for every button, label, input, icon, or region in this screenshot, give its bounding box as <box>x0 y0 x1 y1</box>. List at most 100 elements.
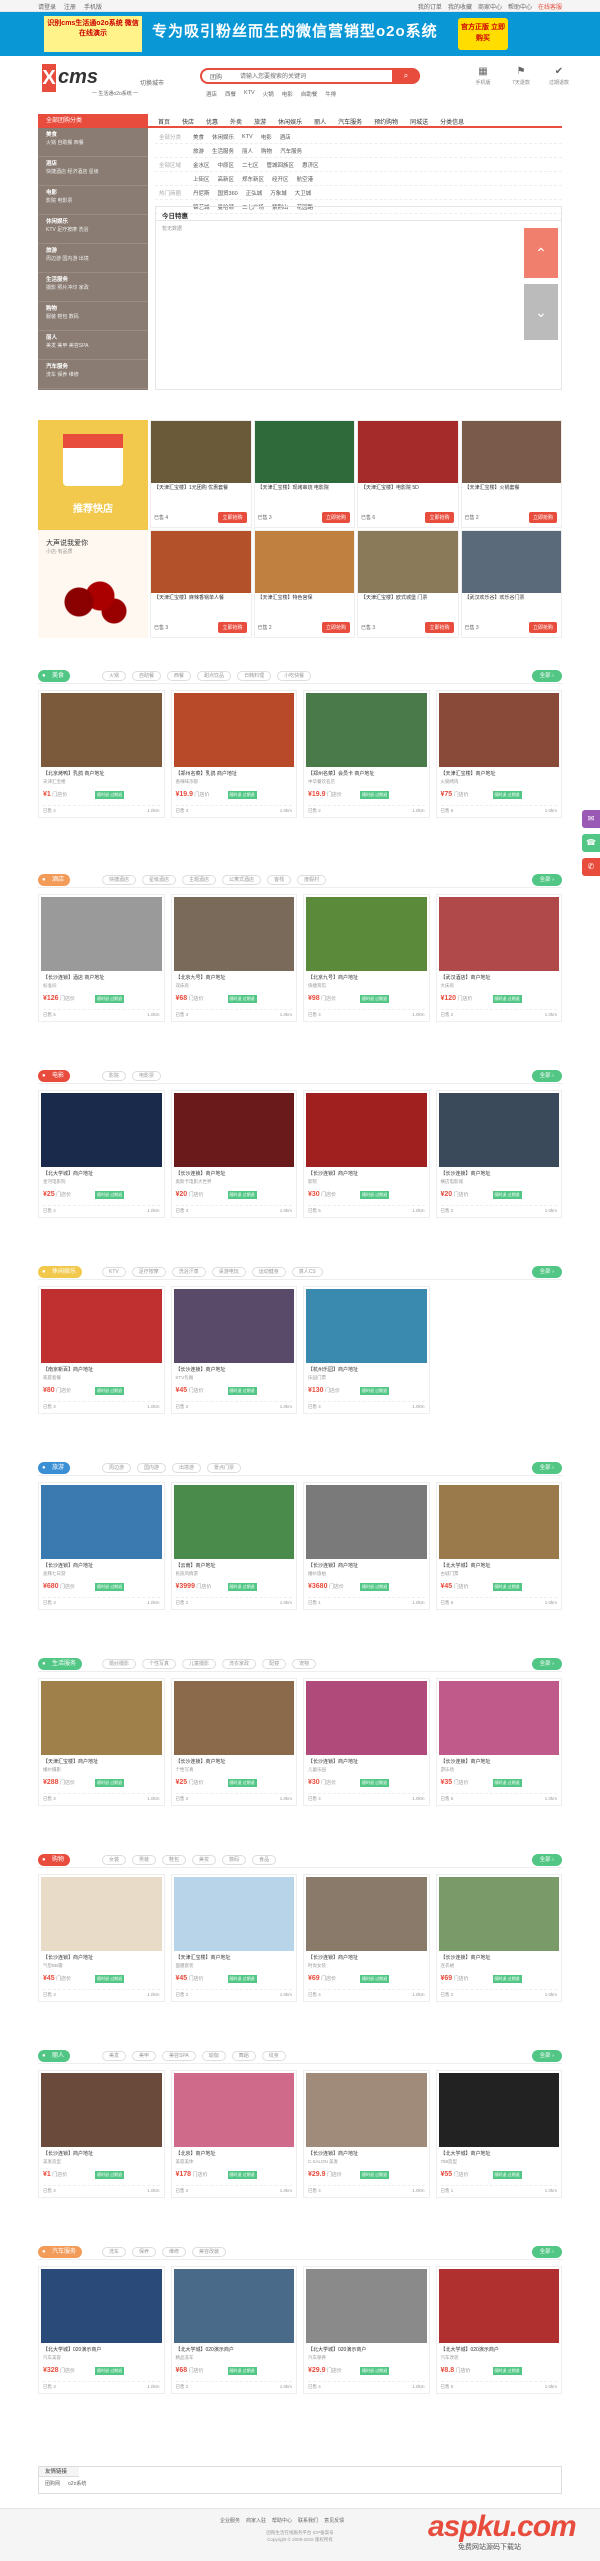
sidebar-category[interactable]: 购物 服装 鞋包 数码 <box>38 302 148 331</box>
deal-card[interactable]: 【北大学城】020演示商户 汽车保养 ¥29.9 门店价 随时退 过期退 已售 4 1.0… <box>303 2266 430 2394</box>
deal-card[interactable]: 【云南】商户地址 民族风情游 ¥3999 门店价 随时退 过期退 已售 2 1.0km <box>170 1482 297 1610</box>
search-category-select[interactable]: 团购 <box>210 72 222 81</box>
deal-title[interactable]: 【长沙连锁】商户地址 <box>304 1169 429 1178</box>
hot-keyword-link[interactable]: 牛排 <box>325 90 336 98</box>
top-link[interactable]: 手机版 <box>84 2 102 11</box>
filter-option[interactable]: 休闲娱乐 <box>212 133 234 141</box>
recommended-banner[interactable]: 推荐快店 大声说我爱你 小店·有品质 <box>38 420 148 638</box>
section-title[interactable]: 电影 <box>38 1070 71 1082</box>
view-all-button[interactable]: 全部 › <box>531 1854 562 1866</box>
filter-option[interactable]: KTV <box>242 134 253 140</box>
deal-image[interactable] <box>438 897 559 971</box>
deal-title[interactable]: 【杭州乐园】商户地址 <box>304 1365 429 1374</box>
recommended-card-image[interactable] <box>461 421 561 483</box>
deal-card[interactable]: 【长沙连锁】商户地址 游乐场 ¥35 门店价 随时退 过期退 已售 5 1.0km <box>435 1678 562 1806</box>
deal-card[interactable]: 【北大学城】020演示商户 汽车美容 ¥328 门店价 随时退 过期退 已售 3 1.0k… <box>38 2266 165 2394</box>
deal-image[interactable] <box>41 1681 162 1755</box>
filter-option[interactable]: 万象城 <box>270 189 287 197</box>
deal-title[interactable]: 【北京】商户地址 <box>172 2149 297 2158</box>
section-title[interactable]: 生活服务 <box>38 1658 83 1670</box>
section-title[interactable]: 旅游 <box>38 1462 71 1474</box>
filter-option[interactable]: 购物 <box>261 147 272 155</box>
deal-card[interactable]: 【长沙连锁】商户地址 气垫BB霜 ¥45 门店价 随时退 过期退 已售 3 1.0km <box>38 1874 165 2002</box>
recommended-card-image[interactable] <box>151 531 251 593</box>
header-service-item[interactable]: ▦ 手机版 <box>470 66 496 86</box>
city-switch[interactable]: 切换城市 <box>140 78 164 87</box>
filter-option[interactable]: 大卫城 <box>295 189 312 197</box>
top-link[interactable]: 帮助中心 <box>508 2 532 11</box>
deal-card[interactable]: 【长沙连锁】商户地址 个性写真 ¥25 门店价 随时退 过期退 已售 2 1.0km <box>170 1678 297 1806</box>
view-all-button[interactable]: 全部 › <box>531 2050 562 2062</box>
deal-image[interactable] <box>173 1485 294 1559</box>
deal-card[interactable]: 【北京九号】商户地址 双床房 ¥68 门店价 随时退 过期退 已售 3 1.0km <box>170 894 297 1022</box>
recommended-card[interactable]: 【天津汇宝楼】1元团购 优惠套餐 已售 4 立即抢购 <box>150 420 252 528</box>
filter-option[interactable]: 郑东新区 <box>242 175 264 183</box>
filter-option[interactable]: 丹尼斯 <box>193 189 210 197</box>
recommended-card-image[interactable] <box>254 531 354 593</box>
filter-option[interactable]: 美食 <box>193 133 204 141</box>
top-link[interactable]: 我的收藏 <box>448 2 472 11</box>
view-all-button[interactable]: 全部 › <box>531 670 562 682</box>
sidebar-category[interactable]: 酒店 快捷酒店 经济酒店 星级 <box>38 157 148 186</box>
deal-card[interactable]: 【北京】商户地址 美容美体 ¥178 门店价 随时退 过期退 已售 2 1.0km <box>170 2070 297 2198</box>
recommended-card-image[interactable] <box>254 421 354 483</box>
filter-option[interactable]: 中原区 <box>218 161 235 169</box>
header-service-item[interactable]: ⚑ 7天退款 <box>508 66 534 86</box>
section-tag[interactable]: 公寓式酒店 <box>222 875 262 885</box>
deal-image[interactable] <box>306 693 427 767</box>
section-tag[interactable]: 舞蹈 <box>231 2051 256 2061</box>
deal-image[interactable] <box>41 897 162 971</box>
section-tag[interactable]: 食品 <box>252 1855 277 1865</box>
deal-image[interactable] <box>306 897 427 971</box>
sidebar-category[interactable]: 丽人 美发 美甲 美容SPA <box>38 331 148 360</box>
slider-up-button[interactable]: ⌃ <box>524 228 558 278</box>
deal-title[interactable]: 【长沙连锁】商户地址 <box>172 1757 297 1766</box>
view-all-button[interactable]: 全部 › <box>531 1658 562 1670</box>
buy-now-button[interactable]: 立即抢购 <box>218 512 247 523</box>
view-all-button[interactable]: 全部 › <box>531 1462 562 1474</box>
section-tag[interactable]: 快捷酒店 <box>102 875 137 885</box>
deal-card[interactable]: 【北大学城】020演示商户 汽车改装 ¥8.8 门店价 随时退 过期退 已售 5 1.0k… <box>435 2266 562 2394</box>
deal-image[interactable] <box>173 693 294 767</box>
deal-card[interactable]: 【北大学城】商户地址 798造型 ¥55 门店价 随时退 过期退 已售 1 1.0km <box>435 2070 562 2198</box>
nav-link[interactable]: 外卖 <box>230 117 242 126</box>
filter-option[interactable]: 旅游 <box>193 147 204 155</box>
deal-card[interactable]: 【长沙连锁】商户地址 婚纱旅拍 ¥3680 门店价 随时退 过期退 已售 1 1.0km <box>303 1482 430 1610</box>
recommended-card-image[interactable] <box>358 421 458 483</box>
deal-image[interactable] <box>173 1093 294 1167</box>
section-tag[interactable]: 维修 <box>162 2247 187 2257</box>
deal-image[interactable] <box>41 1093 162 1167</box>
top-link[interactable]: 商家中心 <box>478 2 502 11</box>
recommended-card-title[interactable]: 【天津汇宝楼】麻辣香锅单人餐 <box>151 593 251 609</box>
deal-title[interactable]: 【天津汇宝楼】商户地址 <box>172 1953 297 1962</box>
deal-title[interactable]: 【北大学城】020演示商户 <box>172 2345 297 2354</box>
section-tag[interactable]: 电影票 <box>132 1071 162 1081</box>
deal-image[interactable] <box>306 1485 427 1559</box>
hot-keyword-link[interactable]: 电影 <box>282 90 293 98</box>
deal-card[interactable]: 【长沙连锁】商户地址 美发造型 ¥1 门店价 随时退 过期退 已售 3 1.0km <box>38 2070 165 2198</box>
buy-now-button[interactable]: 立即抢购 <box>528 512 557 523</box>
section-tag[interactable]: 影院 <box>102 1071 127 1081</box>
deal-title[interactable]: 【长沙连锁】商户地址 <box>437 1169 562 1178</box>
deal-title[interactable]: 【北京九号】商户地址 <box>304 973 429 982</box>
view-all-button[interactable]: 全部 › <box>531 2246 562 2258</box>
sidebar-category[interactable]: 美食 火锅 自助餐 西餐 <box>38 128 148 157</box>
filter-option[interactable]: 国贸360 <box>218 189 238 197</box>
top-link[interactable]: 注册 <box>64 2 76 11</box>
top-link[interactable]: 请登录 <box>38 2 56 11</box>
hot-keyword-link[interactable]: 酒店 <box>206 90 217 98</box>
deal-title[interactable]: 【北大学城】商户地址 <box>39 1169 164 1178</box>
contact-button[interactable]: ✉ <box>582 810 600 828</box>
deal-image[interactable] <box>438 693 559 767</box>
deal-title[interactable]: 【长沙连锁】商户地址 <box>172 1169 297 1178</box>
deal-card[interactable]: 【长沙连锁】商户地址 连衣裙 ¥69 门店价 随时退 过期退 已售 2 1.0km <box>435 1874 562 2002</box>
deal-title[interactable]: 【长沙连锁】商户地址 <box>304 2149 429 2158</box>
filter-option[interactable]: 酒店 <box>280 133 291 141</box>
deal-image[interactable] <box>438 1485 559 1559</box>
section-tag[interactable]: 度假村 <box>297 875 327 885</box>
recommended-card[interactable]: 【天津汇宝楼】火锅套餐 已售 2 立即抢购 <box>460 420 562 528</box>
section-tag[interactable]: 个性写真 <box>142 1659 177 1669</box>
recommended-card-title[interactable]: 【天津汇宝楼】特色宫保 <box>255 593 355 609</box>
footer-link[interactable]: 联系我们 <box>298 2517 318 2524</box>
search-button[interactable]: ⌕ <box>392 68 420 84</box>
